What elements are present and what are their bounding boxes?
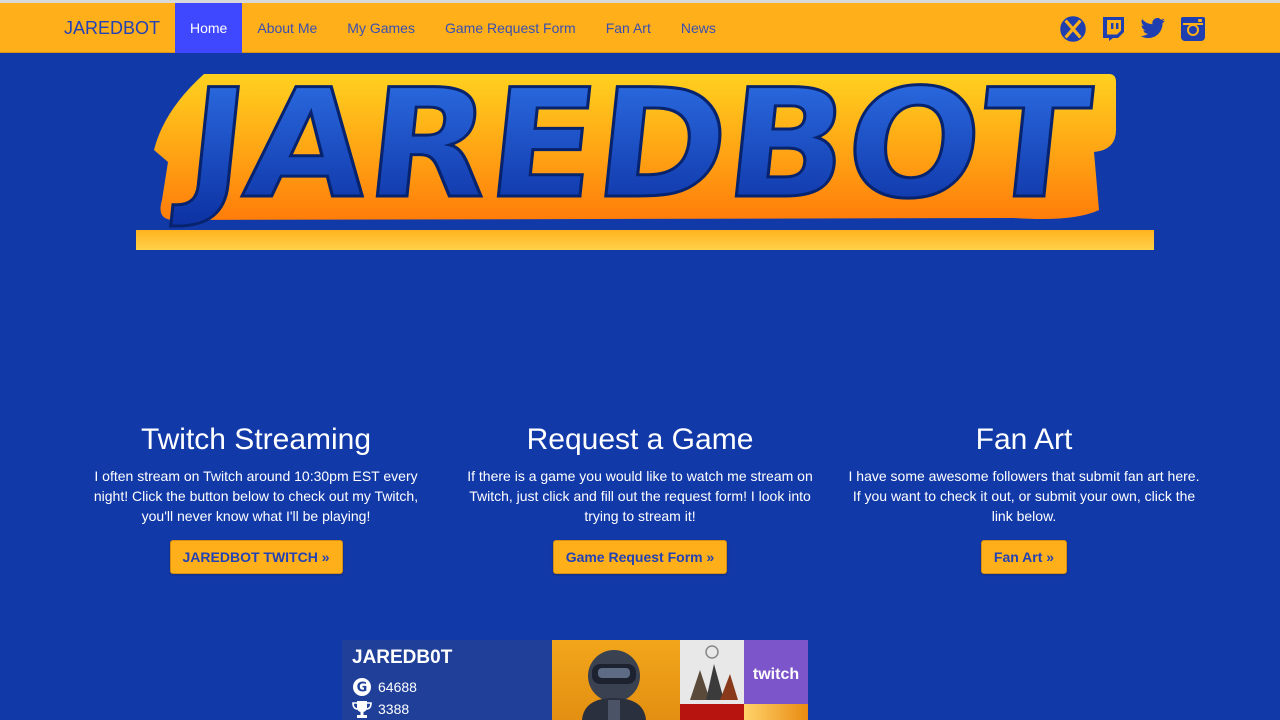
avatar	[552, 640, 680, 720]
avatar-figure	[582, 650, 646, 720]
feature-columns: Twitch Streaming I often stream on Twitc…	[64, 420, 1216, 574]
jaredbot-logo: JAREDBOT	[136, 56, 1154, 250]
column-request-a-game: Request a Game If there is a game you wo…	[448, 420, 832, 574]
nav-item-fan-art[interactable]: Fan Art	[591, 3, 666, 53]
column-text: I often stream on Twitch around 10:30pm …	[93, 468, 419, 524]
nav-menu: Home About Me My Games Game Request Form…	[175, 3, 731, 53]
social-links	[1060, 14, 1206, 42]
game-request-form-button[interactable]: Game Request Form »	[552, 540, 728, 574]
column-title: Request a Game	[526, 423, 754, 456]
xbox-icon[interactable]	[1060, 14, 1086, 42]
gamertag: JAREDB0T	[352, 647, 453, 668]
column-twitch-streaming: Twitch Streaming I often stream on Twitc…	[64, 420, 448, 574]
twitch-icon[interactable]	[1100, 14, 1126, 42]
twitch-tile-label: twitch	[752, 666, 800, 683]
achievements-value: 3388	[378, 701, 410, 717]
nav-item-my-games[interactable]: My Games	[332, 3, 430, 53]
trophy-icon	[352, 701, 372, 718]
game-tile-destiny[interactable]	[680, 640, 744, 704]
nav-item-home[interactable]: Home	[175, 3, 243, 53]
gamerscore-value: 64688	[378, 679, 417, 695]
navbar: JAREDBOT Home About Me My Games Game Req…	[0, 3, 1280, 53]
svg-text:G: G	[357, 681, 368, 696]
nav-item-game-request-form[interactable]: Game Request Form	[430, 3, 591, 53]
recent-games: twitch	[680, 640, 808, 720]
gamerscore-row: G 64688	[352, 676, 542, 698]
destiny-art-icon	[680, 640, 744, 704]
xbox-gamercard[interactable]: JAREDB0T G 64688 3388 twitch	[342, 640, 808, 720]
nav-item-news[interactable]: News	[666, 3, 731, 53]
gamerscore-icon: G	[353, 678, 371, 696]
instagram-icon[interactable]	[1180, 14, 1206, 42]
twitter-icon[interactable]	[1140, 14, 1166, 42]
column-fan-art: Fan Art I have some awesome followers th…	[832, 420, 1216, 574]
game-tile-twitch[interactable]: twitch	[744, 640, 808, 704]
column-title: Twitch Streaming	[140, 423, 372, 456]
brand-link[interactable]: JAREDBOT	[64, 3, 160, 53]
nav-item-about-me[interactable]: About Me	[242, 3, 332, 53]
game-tile-red[interactable]	[680, 704, 744, 720]
svg-text:JAREDBOT: JAREDBOT	[170, 70, 1098, 232]
hero-logo: JAREDBOT	[134, 56, 1156, 254]
game-tile-fire[interactable]	[744, 704, 808, 720]
column-title: Fan Art	[975, 423, 1073, 456]
achievements-row: 3388	[352, 698, 542, 720]
column-text: I have some awesome followers that submi…	[848, 468, 1200, 524]
jaredbot-twitch-button[interactable]: JAREDBOT TWITCH »	[169, 540, 343, 574]
fan-art-button[interactable]: Fan Art »	[980, 540, 1068, 574]
gamercard-info: JAREDB0T G 64688 3388	[342, 640, 552, 720]
column-text: If there is a game you would like to wat…	[467, 468, 813, 524]
